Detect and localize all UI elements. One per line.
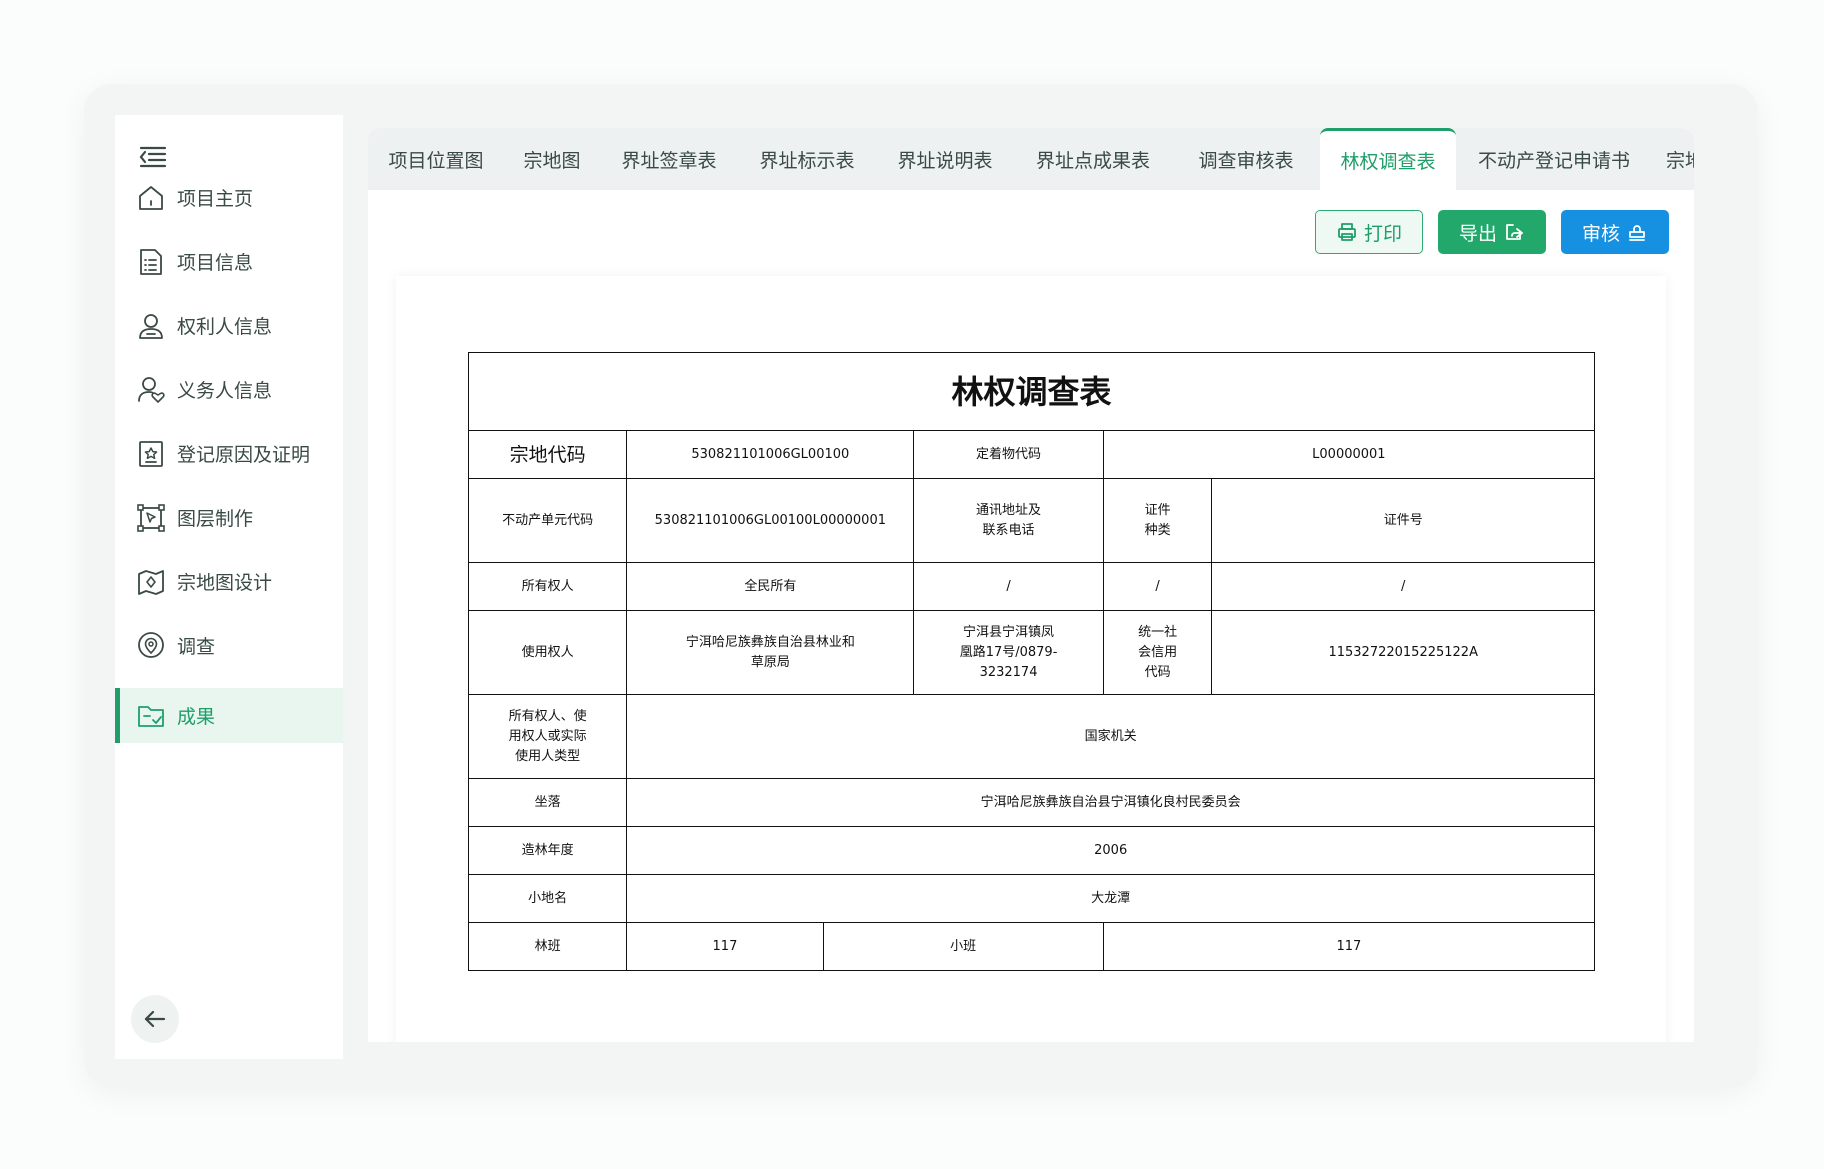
document-list-icon (140, 248, 162, 275)
owner-cert-no-value: / (1211, 562, 1595, 611)
tab-boundary-marking[interactable]: 界址标示表 (738, 128, 876, 190)
form-title: 林权调查表 (468, 352, 1595, 431)
planting-year-label: 造林年度 (467, 826, 628, 875)
location-label: 坐落 (467, 778, 628, 827)
sidebar-item-label: 项目主页 (177, 188, 254, 210)
arrow-left-icon (144, 1010, 166, 1028)
tab-boundary-points[interactable]: 界址点成果表 (1014, 128, 1172, 190)
tab-registration-application[interactable]: 不动产登记申请书 (1456, 128, 1652, 190)
menu-collapse-icon[interactable] (137, 141, 169, 173)
user-cert-no-value: 11532722015225122A (1211, 610, 1595, 695)
document-paper: 林权调查表 宗地代码 530821101006GL00100 定着物代码 L00… (396, 276, 1666, 1042)
party-type-value: 国家机关 (626, 694, 1595, 779)
user-contact-value: 宁洱县宁洱镇凤凰路17号/0879-3232174 (913, 610, 1104, 695)
sidebar-item-label: 图层制作 (177, 508, 254, 530)
back-button[interactable] (131, 995, 179, 1043)
location-pin-icon (138, 631, 164, 658)
printer-icon (1338, 223, 1356, 241)
fixture-code-label: 定着物代码 (913, 430, 1104, 479)
user-label: 使用权人 (467, 610, 628, 695)
certificate-icon (139, 440, 163, 467)
sidebar-item-label: 义务人信息 (177, 380, 273, 402)
unit-code-value: 530821101006GL00100L00000001 (626, 478, 915, 563)
sidebar-item-label: 成果 (177, 706, 216, 728)
user-icon (139, 313, 163, 339)
sidebar-item-label: 项目信息 (177, 252, 254, 274)
forest-class-label: 林班 (467, 922, 628, 971)
contact-label: 通讯地址及联系电话 (913, 478, 1104, 563)
location-value: 宁洱哈尼族彝族自治县宁洱镇化良村民委员会 (626, 778, 1595, 827)
parcel-code-value: 530821101006GL00100 (626, 430, 915, 479)
sidebar-item-obligee[interactable]: 权利人信息 (115, 298, 343, 353)
party-type-label: 所有权人、使用权人或实际使用人类型 (467, 694, 628, 779)
tab-forest-survey[interactable]: 林权调查表 (1320, 128, 1456, 190)
sidebar: 项目主页 项目信息 权利人信息 义务人信息 登记原因及证明 图层制作 宗地图设计… (115, 115, 343, 1059)
parcel-code-label: 宗地代码 (467, 430, 628, 479)
sidebar-item-registration[interactable]: 登记原因及证明 (115, 426, 343, 481)
map-design-icon (138, 569, 164, 595)
user-cert-type-value: 统一社会信用代码 (1102, 610, 1213, 695)
cert-no-label: 证件号 (1211, 478, 1595, 563)
fixture-code-value: L00000001 (1102, 430, 1596, 479)
user-heart-icon (138, 376, 165, 403)
main-panel: 项目位置图 宗地图 界址签章表 界址标示表 界址说明表 界址点成果表 调查审核表… (368, 128, 1694, 1042)
export-button[interactable]: 导出 (1438, 210, 1546, 254)
forest-survey-table: 林权调查表 宗地代码 530821101006GL00100 定着物代码 L00… (467, 352, 1596, 971)
sidebar-item-label: 宗地图设计 (177, 572, 273, 594)
sidebar-item-survey[interactable]: 调查 (115, 618, 343, 673)
user-value: 宁洱哈尼族彝族自治县林业和草原局 (626, 610, 915, 695)
folder-check-icon (138, 705, 164, 727)
tab-boundary-signature[interactable]: 界址签章表 (600, 128, 738, 190)
sidebar-item-project-info[interactable]: 项目信息 (115, 234, 343, 289)
owner-contact-value: / (913, 562, 1104, 611)
tab-parcel-overflow[interactable]: 宗地 (1652, 128, 1694, 190)
tab-parcel-map[interactable]: 宗地图 (504, 128, 600, 190)
sidebar-item-label: 登记原因及证明 (177, 444, 311, 466)
stamp-icon (1629, 225, 1645, 241)
sidebar-item-label: 调查 (177, 636, 216, 658)
sidebar-item-label: 权利人信息 (177, 316, 273, 338)
layer-select-icon (137, 503, 165, 532)
audit-button[interactable]: 审核 (1561, 210, 1669, 254)
cert-type-label: 证件种类 (1102, 478, 1213, 563)
sub-class-label: 小班 (822, 922, 1104, 971)
place-name-value: 大龙潭 (626, 874, 1595, 923)
sub-class-value: 117 (1102, 922, 1596, 971)
sidebar-item-results[interactable]: 成果 (115, 688, 343, 743)
print-button[interactable]: 打印 (1315, 210, 1423, 254)
export-icon (1506, 224, 1523, 240)
owner-value: 全民所有 (626, 562, 915, 611)
owner-cert-type-value: / (1102, 562, 1213, 611)
home-icon (139, 185, 163, 210)
owner-label: 所有权人 (467, 562, 628, 611)
tab-survey-review[interactable]: 调查审核表 (1172, 128, 1320, 190)
tab-boundary-description[interactable]: 界址说明表 (876, 128, 1014, 190)
tab-project-location[interactable]: 项目位置图 (368, 128, 504, 190)
planting-year-value: 2006 (626, 826, 1595, 875)
tab-bar: 项目位置图 宗地图 界址签章表 界址标示表 界址说明表 界址点成果表 调查审核表… (368, 128, 1694, 190)
place-name-label: 小地名 (467, 874, 628, 923)
sidebar-item-parcel-design[interactable]: 宗地图设计 (115, 554, 343, 609)
unit-code-label: 不动产单元代码 (467, 478, 628, 563)
sidebar-item-home[interactable]: 项目主页 (115, 170, 343, 225)
sidebar-item-obligor[interactable]: 义务人信息 (115, 362, 343, 417)
sidebar-item-layer[interactable]: 图层制作 (115, 490, 343, 545)
forest-class-value: 117 (626, 922, 824, 971)
